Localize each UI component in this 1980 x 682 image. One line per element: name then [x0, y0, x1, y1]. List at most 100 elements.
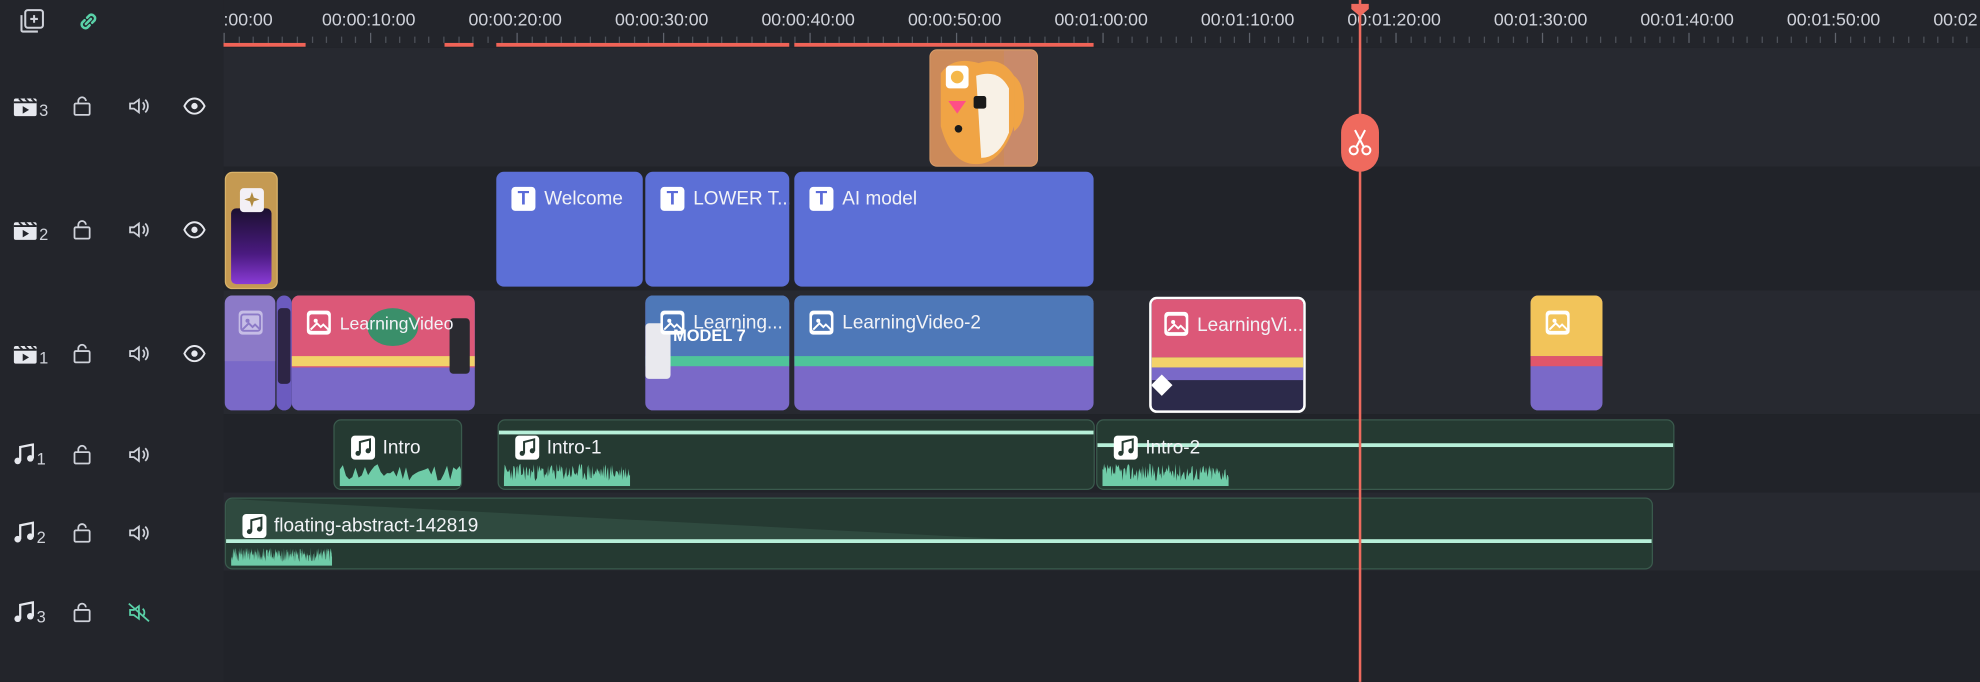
video-clip[interactable]: [224, 295, 276, 411]
ruler-tick: [1366, 36, 1368, 43]
track-lock-icon[interactable]: [71, 600, 94, 625]
track-lock-icon[interactable]: [71, 442, 94, 467]
audio-clip[interactable]: Intro: [333, 419, 463, 490]
audio-clip[interactable]: Intro-1: [497, 419, 1095, 490]
audio-clip[interactable]: Intro-2: [1096, 419, 1675, 490]
ruler-tick: [487, 36, 489, 43]
ruler-tick: [1410, 36, 1412, 43]
track-lock-icon[interactable]: [71, 520, 94, 545]
playhead-handle[interactable]: [1351, 0, 1369, 17]
speaker-icon[interactable]: [126, 93, 151, 118]
ruler-tick: [1541, 32, 1544, 43]
ruler-tick: [1878, 36, 1881, 43]
transition-clip[interactable]: [276, 295, 292, 411]
ruler-tick: [1600, 36, 1602, 43]
ruler-tick: [1952, 36, 1954, 43]
ruler-tick: [1893, 36, 1895, 43]
clip-title: floating-abstract-142819: [274, 515, 479, 537]
text-icon: T: [511, 186, 536, 211]
speaker-muted-icon[interactable]: [126, 600, 151, 625]
ruler-tick: [1336, 36, 1339, 43]
title-clip[interactable]: T Welcome: [496, 171, 643, 287]
music-note-icon: [242, 513, 267, 538]
title-clip[interactable]: T LOWER T...: [645, 171, 790, 287]
video-clip[interactable]: LearningVideo-2: [794, 295, 1094, 411]
ruler-tick: [1761, 36, 1763, 43]
time-ruler[interactable]: :00:00 00:00:10:00 00:00:20:00 00:00:30:…: [223, 0, 1980, 48]
ruler-tick: [1146, 36, 1148, 43]
sparkle-icon: [239, 188, 264, 213]
eye-icon[interactable]: [182, 217, 207, 242]
video-clip[interactable]: LearningVideo: [291, 295, 475, 411]
eye-icon[interactable]: [182, 341, 207, 366]
audio-track-1-icon: 1: [13, 439, 46, 469]
add-track-icon[interactable]: [15, 5, 48, 38]
ruler-label: 00:00:50:00: [907, 8, 1002, 30]
ruler-tick: [1732, 36, 1734, 43]
used-range-marker: [496, 42, 790, 47]
ruler-tick: [355, 36, 357, 43]
playhead[interactable]: [1358, 0, 1362, 682]
sticker-clip[interactable]: [929, 49, 1039, 167]
speaker-icon[interactable]: [126, 442, 151, 467]
audio-clip[interactable]: floating-abstract-142819: [224, 497, 1654, 570]
ruler-tick: [1673, 36, 1675, 43]
ruler-tick: [1278, 36, 1280, 43]
image-icon: [306, 310, 331, 335]
music-note-icon: [351, 435, 376, 460]
ruler-tick: [1102, 32, 1104, 43]
ruler-tick: [1424, 36, 1426, 43]
ruler-tick: [662, 32, 665, 43]
split-button[interactable]: [1341, 113, 1379, 172]
speaker-icon[interactable]: [126, 341, 151, 366]
audio-track-3-icon: 3: [13, 597, 46, 627]
track-number: 1: [36, 448, 46, 468]
speaker-icon[interactable]: [126, 217, 151, 242]
ruler-tick: [1453, 36, 1456, 43]
video-track-1-icon: 1: [13, 338, 48, 368]
ruler-tick: [1864, 36, 1866, 43]
video-track-2-lane[interactable]: [223, 166, 1980, 291]
title-clip[interactable]: T AI model: [794, 171, 1094, 287]
text-icon: T: [660, 186, 685, 211]
ruler-tick: [223, 32, 225, 43]
eye-icon[interactable]: [182, 93, 207, 118]
clip-title: Intro-2: [1145, 436, 1201, 459]
ruler-tick: [516, 32, 518, 43]
track-lock-icon[interactable]: [71, 341, 94, 366]
ruler-tick: [1966, 36, 1968, 43]
link-icon[interactable]: [72, 5, 105, 38]
ruler-tick: [1219, 36, 1221, 43]
track-header-panel: 3 2 1 1 2 3: [0, 0, 224, 682]
ruler-tick: [1527, 36, 1529, 43]
track-lock-icon[interactable]: [71, 93, 94, 118]
video-clip[interactable]: Learning... MODEL 7: [645, 295, 790, 411]
audio-track-3-lane[interactable]: [223, 570, 1980, 682]
video-track-1-lane[interactable]: [223, 290, 1980, 415]
image-icon: [809, 310, 834, 335]
ruler-tick: [1380, 36, 1382, 43]
ruler-tick: [1688, 32, 1690, 43]
video-track-3-lane[interactable]: [223, 47, 1980, 167]
ruler-tick: [1351, 36, 1353, 43]
ruler-tick: [1439, 36, 1441, 43]
ruler-label: 00:02: [1933, 8, 1978, 30]
ruler-tick: [1512, 36, 1514, 43]
used-range-marker: [223, 42, 306, 47]
ruler-tick: [326, 36, 328, 43]
music-note-icon: [1113, 435, 1138, 460]
ruler-tick: [1190, 36, 1192, 43]
ruler-tick: [1776, 36, 1778, 43]
ruler-tick: [413, 36, 416, 43]
ruler-label: 00:01:00:00: [1054, 8, 1148, 30]
ruler-tick: [1908, 36, 1910, 43]
ruler-label: 00:00:20:00: [468, 8, 562, 30]
ruler-tick: [1292, 36, 1295, 43]
effect-clip[interactable]: [224, 171, 278, 290]
image-clip[interactable]: [1530, 295, 1603, 411]
video-clip-selected[interactable]: LearningVi...: [1149, 296, 1306, 413]
ruler-tick: [1659, 36, 1661, 43]
speaker-icon[interactable]: [126, 520, 151, 545]
audio-track-2-icon: 2: [13, 518, 46, 548]
track-lock-icon[interactable]: [71, 217, 94, 242]
